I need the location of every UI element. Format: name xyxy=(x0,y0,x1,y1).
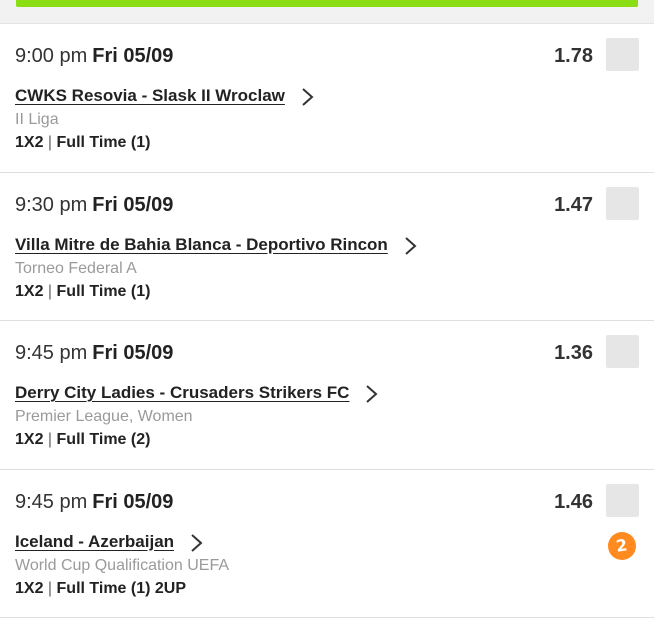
market-type: 1X2 xyxy=(15,282,44,300)
market-info: 1X2 | Full Time (1) xyxy=(15,134,151,151)
market-detail: Full Time (1) xyxy=(56,282,151,300)
match-row: Iceland - Azerbaijan xyxy=(15,530,207,554)
match-row: Villa Mitre de Bahia Blanca - Deportivo … xyxy=(15,233,421,257)
event-datetime: 9:45 pm Fri 05/09 xyxy=(15,491,173,514)
event-date: Fri 05/09 xyxy=(92,45,174,67)
event-time: 9:00 pm xyxy=(15,45,88,67)
event-date: Fri 05/09 xyxy=(92,490,174,513)
chevron-right-icon[interactable] xyxy=(399,235,421,257)
chevron-right-icon[interactable] xyxy=(296,86,318,108)
event-time: 9:45 pm xyxy=(15,490,88,513)
market-detail: Full Time (1) 2UP xyxy=(56,579,187,597)
market-type: 1X2 xyxy=(15,431,44,448)
select-bet-checkbox[interactable] xyxy=(606,38,639,71)
match-row: Derry City Ladies - Crusaders Strikers F… xyxy=(15,381,382,405)
market-info: 1X2 | Full Time (1) 2UP xyxy=(15,579,187,597)
market-info: 1X2 | Full Time (2) xyxy=(15,431,151,448)
event-datetime: 9:30 pm Fri 05/09 xyxy=(15,194,173,217)
header-strip xyxy=(0,0,654,24)
league-name: Premier League, Women xyxy=(15,408,193,425)
match-link[interactable]: Iceland - Azerbaijan xyxy=(15,532,174,552)
event-date: Fri 05/09 xyxy=(92,342,174,364)
boost-badge-label: 2 xyxy=(615,535,629,556)
match-link[interactable]: Derry City Ladies - Crusaders Strikers F… xyxy=(15,383,349,403)
event-datetime: 9:45 pm Fri 05/09 xyxy=(15,342,173,365)
odds-value: 1.47 xyxy=(554,193,593,216)
chevron-right-icon[interactable] xyxy=(185,532,207,554)
event-card: 9:45 pm Fri 05/09 1.46 Iceland - Azerbaij… xyxy=(0,470,654,618)
market-type: 1X2 xyxy=(15,134,44,151)
match-row: CWKS Resovia - Slask II Wroclaw xyxy=(15,84,318,108)
market-detail: Full Time (1) xyxy=(56,134,151,151)
league-name: Torneo Federal A xyxy=(15,259,137,277)
chevron-right-icon[interactable] xyxy=(360,383,382,405)
event-card: 9:45 pm Fri 05/09 1.36 Derry City Ladies … xyxy=(0,321,654,470)
event-card: 9:30 pm Fri 05/09 1.47 Villa Mitre de Bah… xyxy=(0,173,654,321)
2up-badge-icon: 2 xyxy=(608,531,636,560)
market-detail: Full Time (2) xyxy=(56,431,151,448)
event-card: 9:00 pm Fri 05/09 1.78 CWKS Resovia - Sla… xyxy=(0,24,654,173)
match-link[interactable]: CWKS Resovia - Slask II Wroclaw xyxy=(15,86,285,106)
event-date: Fri 05/09 xyxy=(92,193,174,216)
league-name: II Liga xyxy=(15,111,59,128)
select-bet-checkbox[interactable] xyxy=(606,483,639,517)
match-link[interactable]: Villa Mitre de Bahia Blanca - Deportivo … xyxy=(15,235,388,255)
odds-value: 1.36 xyxy=(554,342,593,364)
event-list: 9:00 pm Fri 05/09 1.78 CWKS Resovia - Sla… xyxy=(0,24,654,618)
event-time: 9:45 pm xyxy=(15,342,88,364)
league-name: World Cup Qualification UEFA xyxy=(15,556,230,574)
market-info: 1X2 | Full Time (1) xyxy=(15,282,151,300)
select-bet-checkbox[interactable] xyxy=(606,335,639,368)
select-bet-checkbox[interactable] xyxy=(606,186,639,220)
odds-value: 1.46 xyxy=(554,490,593,513)
market-type: 1X2 xyxy=(15,579,44,597)
event-time: 9:30 pm xyxy=(15,193,88,216)
odds-value: 1.78 xyxy=(554,45,593,67)
event-datetime: 9:00 pm Fri 05/09 xyxy=(15,45,173,68)
accent-bar xyxy=(16,0,638,7)
